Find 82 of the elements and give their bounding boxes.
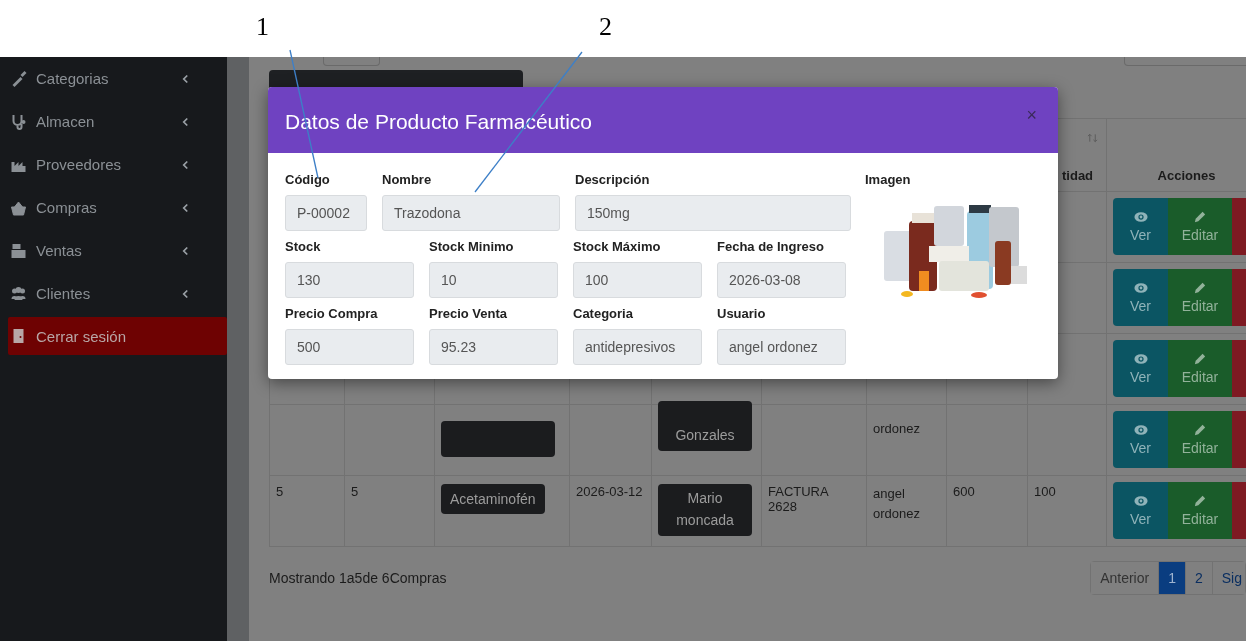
field-label: Precio Venta (429, 306, 509, 321)
pencil-icon (1193, 210, 1207, 223)
eye-icon (1133, 210, 1148, 223)
sidebar-item[interactable]: Ventas (8, 229, 227, 272)
table-cell: 5 (276, 484, 284, 499)
sidebar-item[interactable]: Categorias (8, 57, 227, 100)
summary-text: Mostrando 1a5de 6Compras (269, 570, 447, 586)
field-label: Stock (285, 239, 322, 254)
chevron-icon (182, 288, 189, 299)
edit-button[interactable]: Editar (1168, 340, 1232, 397)
supplier-button[interactable]: Mario moncada (658, 484, 752, 536)
input-field[interactable]: antidepresivos (573, 329, 702, 365)
table-cell: 600 (953, 484, 975, 499)
sidebar-item[interactable]: Almacen (8, 100, 227, 143)
input-field[interactable]: 2026-03-08 (717, 262, 846, 298)
sidebar-item[interactable]: Compras (8, 186, 227, 229)
pencil-icon (1193, 423, 1207, 436)
input-field[interactable]: P-00002 (285, 195, 367, 231)
view-button[interactable]: Ver (1113, 411, 1168, 468)
search-field[interactable] (1124, 57, 1246, 66)
entries-select[interactable] (323, 57, 380, 66)
edit-button[interactable]: Editar (1168, 482, 1232, 539)
page-link[interactable]: 1 (1158, 562, 1185, 594)
edit-button[interactable]: Editar (1168, 198, 1232, 255)
input-field[interactable]: 130 (285, 262, 414, 298)
eye-icon (1133, 423, 1148, 436)
table-cell: 2026-03-12 (576, 484, 643, 499)
view-button[interactable]: Ver (1113, 340, 1168, 397)
field-label: Nombre (382, 172, 433, 187)
eye-icon (1133, 281, 1148, 294)
table-cell-text: angel ordonez (873, 485, 921, 523)
edit-button[interactable]: Editar (1168, 411, 1232, 468)
field-label: Precio Compra (285, 306, 379, 321)
stethoscope-icon (10, 113, 27, 130)
input-field[interactable]: 10 (429, 262, 558, 298)
table-cell-text: ordonez (873, 420, 920, 438)
view-button[interactable]: Ver (1113, 198, 1168, 255)
input-field[interactable]: 500 (285, 329, 414, 365)
pencil-icon (1193, 494, 1207, 507)
chevron-icon (182, 73, 189, 84)
basket-icon (10, 199, 27, 216)
input-field[interactable]: 95.23 (429, 329, 558, 365)
table-cell: FACTURA 2628 (768, 484, 828, 514)
supplier-button[interactable]: Gonzales (658, 401, 752, 451)
sidebar-item[interactable]: Clientes (8, 272, 227, 315)
product-button[interactable]: Acetaminofén (441, 484, 545, 514)
field-label: Descripción (575, 172, 651, 187)
field-label: Fecha de Ingreso (717, 239, 825, 254)
chevron-icon (182, 159, 189, 170)
column-header: tidad (1062, 168, 1094, 183)
view-button[interactable]: Ver (1113, 482, 1168, 539)
field-label: Imagen (865, 172, 912, 187)
field-label: Categoria (573, 306, 634, 321)
field-label: Stock Minimo (429, 239, 515, 254)
chevron-icon (182, 116, 189, 127)
callout-number: 2 (599, 12, 612, 42)
sort-icon[interactable] (1087, 133, 1098, 143)
eye-icon (1133, 352, 1148, 365)
sidebar-item[interactable]: Proveedores (8, 143, 227, 186)
input-field[interactable]: 100 (573, 262, 702, 298)
eye-icon (1133, 494, 1148, 507)
pencil-icon (1193, 352, 1207, 365)
field-label: Código (285, 172, 331, 187)
product-button[interactable] (441, 421, 555, 457)
field-label: Usuario (717, 306, 767, 321)
sidebar-item[interactable]: Cerrar sesión (8, 317, 227, 355)
chevron-icon (182, 202, 189, 213)
pencil-icon (1193, 281, 1207, 294)
input-field[interactable]: angel ordonez (717, 329, 846, 365)
edit-button[interactable]: Editar (1168, 269, 1232, 326)
callout-number: 1 (256, 12, 269, 42)
chevron-icon (182, 245, 189, 256)
users-icon (10, 285, 27, 302)
field-label: Stock Máximo (573, 239, 662, 254)
view-button[interactable]: Ver (1113, 269, 1168, 326)
input-field[interactable]: 150mg (575, 195, 851, 231)
column-header: Acciones (1157, 168, 1216, 183)
page-link[interactable]: Sig (1211, 562, 1245, 594)
table-cell: 100 (1034, 484, 1056, 499)
input-field[interactable]: Trazodona (382, 195, 560, 231)
modal-title: Datos de Producto Farmacéutico (285, 109, 593, 134)
table-cell: 5 (351, 484, 359, 499)
